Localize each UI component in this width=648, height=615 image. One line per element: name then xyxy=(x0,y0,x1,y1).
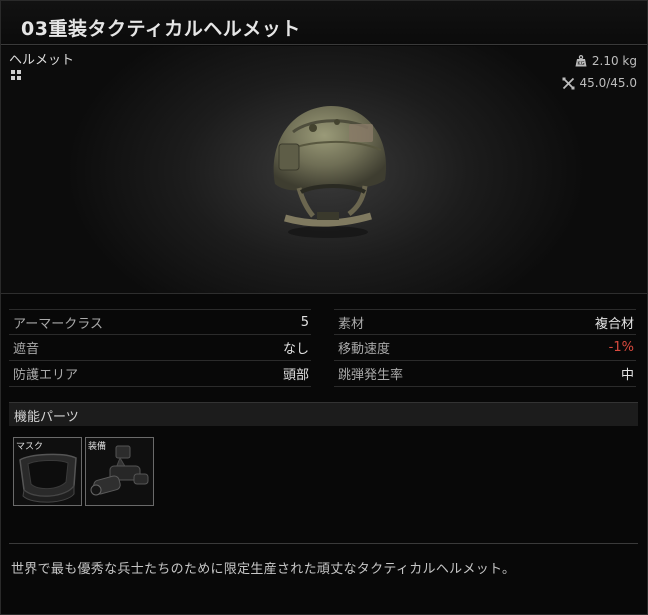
slot-mask[interactable]: マスク xyxy=(13,437,82,506)
stat-value: 頭部 xyxy=(282,368,309,383)
weight-value: 2.10 kg xyxy=(591,54,637,68)
durability-stat: 45.0/45.0 xyxy=(562,76,637,90)
stat-value: 中 xyxy=(620,368,634,383)
stats-left-column: アーマークラス 5 遮音 なし 防護エリア 頭部 xyxy=(9,309,311,387)
item-title: 03重装タクティカルヘルメット xyxy=(21,18,301,40)
parts-section-header: 機能パーツ xyxy=(9,402,638,426)
stat-label: 跳弾発生率 xyxy=(338,368,404,383)
stat-value: 複合材 xyxy=(594,316,634,332)
stat-value: 5 xyxy=(300,314,309,330)
stat-row-protected-area: 防護エリア 頭部 xyxy=(9,361,311,387)
item-preview[interactable]: ヘルメット KG 2.10 kg 45.0/45.0 xyxy=(1,46,647,294)
stat-row-material: 素材 複合材 xyxy=(334,309,636,335)
divider xyxy=(9,543,638,544)
weight-icon: KG xyxy=(575,55,587,67)
slot-equipment[interactable]: 装備 xyxy=(85,437,154,506)
svg-text:KG: KG xyxy=(577,61,584,67)
stat-label: 遮音 xyxy=(13,342,40,357)
stat-label: 素材 xyxy=(338,316,365,332)
grid-icon xyxy=(11,70,21,80)
slot-label: マスク xyxy=(16,442,44,452)
stat-label: 防護エリア xyxy=(13,368,79,383)
stat-label: 移動速度 xyxy=(338,342,391,357)
slot-label: 装備 xyxy=(88,442,107,452)
stat-row-movement-speed: 移動速度 -1% xyxy=(334,335,636,361)
durability-value: 45.0/45.0 xyxy=(579,76,637,90)
weight-stat: KG 2.10 kg xyxy=(575,54,637,68)
tools-icon xyxy=(562,77,575,89)
stat-row-ricochet-chance: 跳弾発生率 中 xyxy=(334,361,636,387)
helmet-image xyxy=(273,106,387,238)
stat-value: なし xyxy=(282,342,309,357)
stat-value: -1% xyxy=(608,340,634,355)
item-category: ヘルメット xyxy=(9,53,75,68)
stat-row-sound-blocking: 遮音 なし xyxy=(9,335,311,361)
stat-label: アーマークラス xyxy=(13,316,103,332)
item-description: 世界で最も優秀な兵士たちのために限定生産された頑丈なタクティカルヘルメット。 xyxy=(11,562,516,577)
title-bar[interactable]: 03重装タクティカルヘルメット xyxy=(1,1,647,45)
item-inspect-window: 03重装タクティカルヘルメット ヘルメット KG 2.10 kg 45.0/45… xyxy=(0,0,648,615)
stats-right-column: 素材 複合材 移動速度 -1% 跳弾発生率 中 xyxy=(334,309,636,387)
stat-row-armor-class: アーマークラス 5 xyxy=(9,309,311,335)
